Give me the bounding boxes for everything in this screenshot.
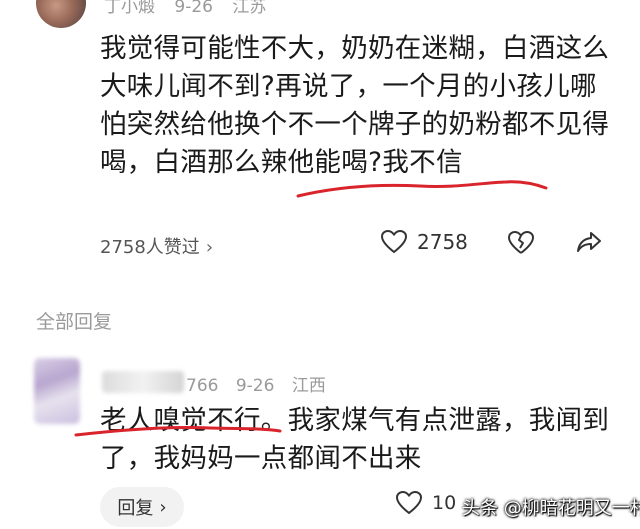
comment-location: 江苏	[232, 0, 267, 17]
like-button[interactable]: 10	[396, 491, 456, 515]
comment-text: 我觉得可能性不大，奶奶在迷糊，白酒这么大味儿闻不到?再说了，一个月的小孩儿哪怕突…	[100, 33, 610, 178]
likes-link[interactable]: 2758人赞过 ›	[100, 233, 213, 259]
red-underline	[296, 180, 548, 198]
author-name[interactable]: 丁小煅	[104, 0, 155, 17]
reply-location: 江西	[291, 376, 326, 396]
watermark: 头条 @柳暗花明又一村	[462, 498, 640, 519]
reply-button-label: 回复	[117, 498, 154, 519]
heart-icon	[381, 230, 407, 254]
avatar[interactable]	[34, 358, 80, 424]
avatar[interactable]	[36, 0, 86, 28]
section-title: 全部回复	[36, 311, 113, 333]
chevron-right-icon: ›	[205, 237, 214, 258]
reply-button[interactable]: 回复 ›	[100, 487, 184, 527]
like-count: 10	[432, 492, 457, 514]
heart-icon	[396, 491, 422, 515]
like-button[interactable]: 2758	[381, 230, 468, 254]
author-name[interactable]: 766	[186, 376, 218, 396]
author-name-blurred[interactable]	[102, 371, 184, 393]
reply-meta: 766 9-26 江西	[186, 371, 338, 396]
likes-link-label: 2758人赞过	[100, 237, 200, 258]
share-button[interactable]	[576, 230, 602, 258]
share-icon	[577, 232, 601, 252]
like-count: 2758	[417, 230, 468, 254]
comment-date: 9-26	[174, 0, 213, 17]
broken-heart-icon	[508, 230, 535, 254]
reply-text: 老人嗅觉不行。我家煤气有点泄露，我闻到了，我妈妈一点都闻不出来	[100, 405, 610, 474]
dislike-button[interactable]	[508, 230, 535, 259]
chevron-right-icon: ›	[159, 496, 167, 518]
comment-meta: 丁小煅 9-26 江苏	[104, 0, 280, 17]
reply-date: 9-26	[235, 376, 275, 396]
